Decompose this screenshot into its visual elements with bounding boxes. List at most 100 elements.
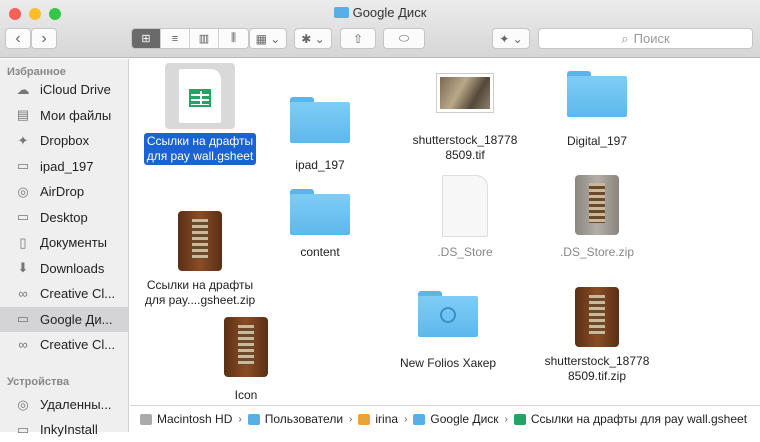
sidebar-item-icon: ◎ <box>17 183 29 199</box>
search-icon: ⌕ <box>621 30 629 46</box>
file-name: shutterstock_18778 8509.tif.zip <box>544 354 650 383</box>
file-name: content <box>300 245 340 259</box>
path-segment-label: Macintosh HD <box>157 412 233 426</box>
path-segment-icon <box>247 413 260 425</box>
file-name: .DS_Store.zip <box>559 245 635 259</box>
file-name: New Folios Хакер <box>399 356 497 370</box>
path-segment[interactable]: Ссылки на драфты для pay wall.gsheet <box>513 412 748 426</box>
folder-icon <box>567 71 627 117</box>
tags-button[interactable]: ⬭ <box>383 28 425 49</box>
sidebar-item-icon: ▭ <box>16 158 30 173</box>
path-bar: Macintosh HD › Пользователи › irina › Google Д… <box>130 405 760 432</box>
sidebar-device-item[interactable]: ▭ InkyInstall <box>0 417 128 442</box>
file-item[interactable]: .DS_Store.zip <box>532 175 662 259</box>
list-view-button[interactable]: ≡ <box>161 29 190 48</box>
file-item[interactable]: Ссылки на драфтыдля pay....gsheet.zip <box>135 211 265 307</box>
sidebar-item-label: Downloads <box>40 260 105 276</box>
sidebar-item[interactable]: ▭ ipad_197 <box>0 154 128 179</box>
path-segment[interactable]: Macintosh HD <box>140 412 232 426</box>
sidebar-item[interactable]: ⬇ Downloads <box>0 256 128 281</box>
dropbox-button[interactable]: ✦ ⌄ <box>492 28 530 49</box>
zip-archive-icon <box>575 175 619 235</box>
user-icon <box>440 307 456 323</box>
file-item[interactable]: Ссылки на драфты для pay wall.gsheet <box>135 63 265 165</box>
sidebar-item[interactable]: ▭ Google Ди... <box>0 306 128 332</box>
sidebar-item[interactable]: ☁ iCloud Drive <box>0 77 128 102</box>
google-drive-folder-icon <box>333 7 349 18</box>
column-view-button[interactable]: ▥ <box>190 29 219 48</box>
sidebar-device-item[interactable]: ◎ Удаленны... <box>0 392 128 417</box>
sidebar-item[interactable]: ∞ Creative Cl... <box>0 332 128 357</box>
path-segment-icon <box>140 413 152 425</box>
action-gear-button[interactable]: ✱ ⌄ <box>294 28 332 49</box>
sidebar-item-label: Документы <box>40 235 108 250</box>
window-title-text: Google Диск <box>352 5 427 20</box>
file-item[interactable]: .DS_Store <box>400 175 530 259</box>
sidebar-item-icon: ⬇ <box>17 260 29 275</box>
file-grid: Ссылки на драфты для pay wall.gsheet ipad_… <box>130 59 760 405</box>
path-segment-label: Ссылки на драфты для pay wall.gsheet <box>530 412 748 426</box>
search-placeholder: Поиск <box>633 31 670 46</box>
file-name: Digital_197 <box>566 134 628 148</box>
zip-archive-icon <box>178 211 222 271</box>
path-segment-label: Пользователи <box>264 412 344 426</box>
back-button[interactable]: ‹ <box>5 28 31 49</box>
arrange-button[interactable]: ▦ ⌄ <box>249 28 287 49</box>
folder-icon <box>418 291 478 337</box>
file-item[interactable]: Icon <box>181 317 311 402</box>
gsheet-file-icon <box>165 63 235 129</box>
path-separator: › <box>404 413 408 425</box>
path-segment-label: Google Диск <box>430 412 499 426</box>
sidebar-item-label: AirDrop <box>40 184 85 199</box>
file-name: Ссылки на драфты для pay wall.gsheet <box>143 133 257 165</box>
sidebar-item-label: Dropbox <box>40 133 90 148</box>
view-switcher: ⊞ ≡ ▥ ⫼ <box>131 28 249 49</box>
forward-button[interactable]: › <box>31 28 57 49</box>
zip-archive-icon <box>575 287 619 347</box>
file-item[interactable]: shutterstock_18778 8509.tif <box>400 73 530 162</box>
device-icon: ◎ <box>17 396 29 412</box>
sidebar-item-icon: ▤ <box>16 107 30 122</box>
share-button[interactable]: ⇧ <box>340 28 376 49</box>
sidebar-item[interactable]: ▤ Мои файлы <box>0 103 128 128</box>
path-segment-icon <box>513 413 526 425</box>
sidebar-item[interactable]: ✦ Dropbox <box>0 128 128 153</box>
file-name: shutterstock_18778 8509.tif <box>412 133 518 162</box>
sidebar-item-label: iCloud Drive <box>40 82 111 97</box>
path-segment-icon <box>358 413 371 425</box>
path-segment[interactable]: Пользователи <box>247 412 344 426</box>
zip-archive-icon <box>224 317 268 377</box>
path-separator: › <box>504 413 508 425</box>
file-name: ipad_197 <box>295 158 345 172</box>
document-icon <box>442 175 488 237</box>
path-segment-label: irina <box>375 412 399 426</box>
sidebar-item-icon: ✦ <box>17 132 29 148</box>
path-separator: › <box>349 413 353 425</box>
sidebar-item-icon: ∞ <box>18 286 28 301</box>
file-name: .DS_Store <box>437 245 493 259</box>
sidebar-item-label: Google Ди... <box>40 311 113 327</box>
window-title: Google Диск <box>0 5 760 20</box>
file-item[interactable]: shutterstock_187788509.tif.zip <box>532 287 662 383</box>
sidebar-item[interactable]: ▭ Desktop <box>0 205 128 230</box>
sidebar-item-icon: ∞ <box>18 337 28 352</box>
search-input[interactable]: ⌕ Поиск <box>538 28 753 49</box>
sidebar-item[interactable]: ◎ AirDrop <box>0 179 128 204</box>
file-item[interactable]: New Folios Хакер <box>383 291 513 370</box>
file-name: Ссылки на драфты для pay....gsheet.zip <box>144 278 256 307</box>
coverflow-view-button[interactable]: ⫼ <box>219 29 248 48</box>
sidebar-item-icon: ▭ <box>16 311 30 326</box>
path-segment-icon <box>413 413 426 425</box>
sidebar-item[interactable]: ∞ Creative Cl... <box>0 281 128 306</box>
icon-view-button[interactable]: ⊞ <box>132 29 161 48</box>
sidebar-item-label: Desktop <box>40 209 88 225</box>
file-item[interactable]: content <box>255 189 385 259</box>
devices-header: Устройства <box>7 376 70 388</box>
sidebar-item[interactable]: ▯ Документы <box>0 230 128 255</box>
file-name: Icon <box>234 388 258 402</box>
path-segment[interactable]: irina <box>358 412 398 426</box>
path-segment[interactable]: Google Диск <box>413 412 499 426</box>
file-item[interactable]: ipad_197 <box>255 97 385 172</box>
sidebar-item-icon: ▯ <box>19 234 27 250</box>
file-item[interactable]: Digital_197 <box>532 71 662 148</box>
